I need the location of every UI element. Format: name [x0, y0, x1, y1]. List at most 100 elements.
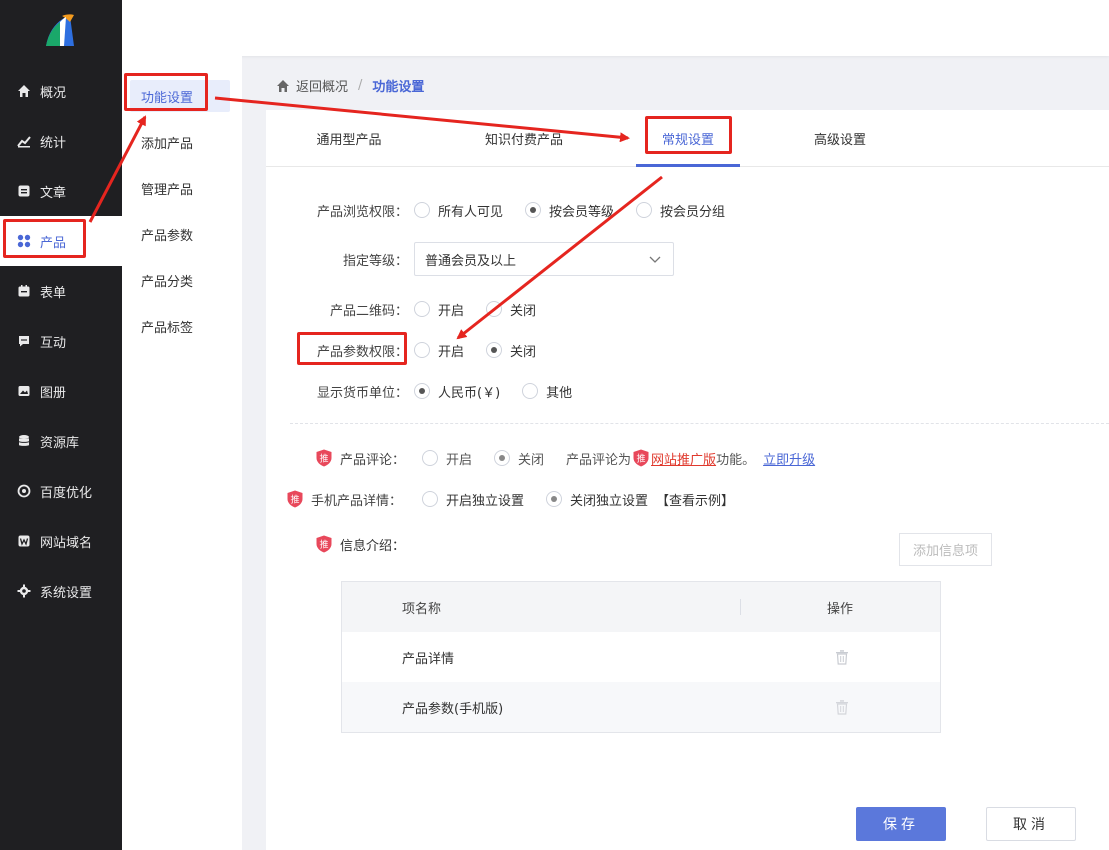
save-button[interactable]: 保存 [856, 807, 946, 841]
column-header-action: 操作 [827, 601, 854, 617]
review-label: 产品评论： [340, 452, 406, 468]
radio-currency-rmb[interactable]: 人民币(￥) [414, 382, 500, 401]
promo-badge-icon: 推 [633, 449, 649, 467]
level-row: 指定等级： [296, 247, 408, 271]
subnav-item-add-product[interactable]: 添加产品 [130, 126, 230, 158]
gear-icon [16, 583, 32, 599]
radio-label: 其他 [546, 385, 573, 401]
radio-label: 开启独立设置 [446, 493, 525, 509]
nav-item-album[interactable]: 图册 [0, 366, 122, 416]
home-icon[interactable] [276, 79, 290, 93]
promo-version-link[interactable]: 网站推广版 [651, 449, 716, 468]
table-row: 产品详情 [342, 632, 940, 682]
nav-item-articles[interactable]: 文章 [0, 166, 122, 216]
nav-item-resources[interactable]: 资源库 [0, 416, 122, 466]
radio-circle[interactable] [422, 450, 438, 466]
subnav-item-product-categories[interactable]: 产品分类 [130, 264, 230, 296]
annotation-box-products [3, 219, 86, 258]
radio-param-off[interactable]: 关闭 [486, 341, 536, 360]
radio-circle[interactable] [525, 202, 542, 218]
radio-qrcode-on[interactable]: 开启 [414, 300, 464, 319]
nav-item-stats[interactable]: 统计 [0, 116, 122, 166]
radio-browse-everyone[interactable]: 所有人可见 [414, 201, 503, 220]
database-icon [16, 433, 32, 449]
radio-qrcode-off[interactable]: 关闭 [486, 300, 536, 319]
currency-row: 显示货币单位： 人民币(￥) 其他 [296, 379, 594, 403]
radio-circle[interactable] [494, 450, 511, 466]
radio-label: 关闭 [510, 303, 537, 319]
nav-item-label: 文章 [40, 185, 67, 201]
logo-icon[interactable] [40, 12, 76, 48]
radio-review-on[interactable]: 开启 [422, 449, 472, 468]
subnav-item-manage-products[interactable]: 管理产品 [130, 172, 230, 204]
review-note-suffix: 功能。 [716, 452, 756, 468]
cancel-button[interactable]: 取消 [986, 807, 1076, 841]
radio-label: 所有人可见 [438, 204, 504, 220]
nav-item-forms[interactable]: 表单 [0, 266, 122, 316]
nav-item-interaction[interactable]: 互动 [0, 316, 122, 366]
radio-label: 按会员分组 [660, 204, 726, 220]
radio-circle[interactable] [414, 202, 430, 218]
promo-badge-text: 推 [319, 453, 328, 465]
add-info-item-button[interactable]: 添加信息项 [899, 533, 992, 566]
radio-param-on[interactable]: 开启 [414, 341, 464, 360]
trash-icon[interactable] [834, 699, 850, 715]
home-icon [16, 83, 32, 99]
radio-circle[interactable] [636, 202, 653, 218]
section-divider [290, 423, 1109, 424]
annotation-box-regular-settings [645, 116, 732, 154]
nav-item-label: 概况 [40, 85, 67, 101]
nav-item-seo[interactable]: 百度优化 [0, 466, 122, 516]
radio-circle[interactable] [522, 383, 539, 399]
main-sidebar: 概况 统计 文章 产品 表单 互动 图册 资源库 百度优化 网站域名 系统设置 [0, 0, 122, 850]
radio-label: 关闭 [518, 452, 545, 468]
radio-label: 开启 [438, 303, 465, 319]
level-select[interactable]: 普通会员及以上 [414, 242, 674, 276]
breadcrumb-separator: / [358, 78, 363, 93]
nav-item-overview[interactable]: 概况 [0, 66, 122, 116]
upgrade-link[interactable]: 立即升级 [763, 449, 815, 468]
breadcrumb-back-link[interactable]: 返回概况 [296, 76, 348, 95]
radio-circle[interactable] [414, 301, 430, 317]
radio-currency-other[interactable]: 其他 [522, 382, 572, 401]
annotation-box-param-permission [297, 332, 407, 365]
radio-circle[interactable] [486, 301, 503, 317]
active-tab-indicator [636, 164, 740, 167]
nav-item-label: 互动 [40, 335, 67, 351]
radio-review-off[interactable]: 关闭 [494, 449, 544, 468]
mobile-detail-row: 推 手机产品详情： 开启独立设置 关闭独立设置 【查看示例】 [287, 487, 734, 511]
subnav-item-product-params[interactable]: 产品参数 [130, 218, 230, 250]
nav-item-label: 系统设置 [40, 585, 93, 601]
radio-circle[interactable] [422, 491, 438, 507]
radio-browse-by-group[interactable]: 按会员分组 [636, 201, 725, 220]
radio-circle[interactable] [414, 383, 430, 399]
article-icon [16, 183, 32, 199]
tab-advanced-settings[interactable]: 高级设置 [786, 110, 894, 167]
nav-item-label: 网站域名 [40, 535, 93, 551]
form-icon [16, 283, 32, 299]
radio-label: 人民币(￥) [438, 385, 501, 401]
mobile-detail-label: 手机产品详情： [311, 493, 403, 509]
radio-circle[interactable] [486, 342, 503, 358]
subnav-item-product-tags[interactable]: 产品标签 [130, 310, 230, 342]
radio-circle[interactable] [546, 491, 563, 507]
promo-badge-text: 推 [637, 453, 646, 465]
promo-badge-text: 推 [290, 494, 299, 506]
tab-knowledge-product[interactable]: 知识付费产品 [466, 110, 582, 167]
radio-circle[interactable] [414, 342, 430, 358]
tab-general-product[interactable]: 通用型产品 [296, 110, 402, 167]
view-example-link[interactable]: 【查看示例】 [656, 490, 734, 509]
w-icon [16, 533, 32, 549]
trash-icon[interactable] [834, 649, 850, 665]
promo-badge-icon: 推 [287, 490, 303, 508]
radio-label: 开启 [438, 344, 465, 360]
currency-label: 显示货币单位： [316, 385, 408, 401]
review-note-prefix: 产品评论为 [566, 452, 632, 468]
radio-mobile-independent-off[interactable]: 关闭独立设置 [546, 490, 648, 509]
nav-item-label: 图册 [40, 385, 67, 401]
radio-browse-by-level[interactable]: 按会员等级 [525, 201, 614, 220]
nav-item-domain[interactable]: 网站域名 [0, 516, 122, 566]
column-header-name: 项名称 [402, 601, 442, 617]
nav-item-system-settings[interactable]: 系统设置 [0, 566, 122, 616]
radio-mobile-independent-on[interactable]: 开启独立设置 [422, 490, 524, 509]
